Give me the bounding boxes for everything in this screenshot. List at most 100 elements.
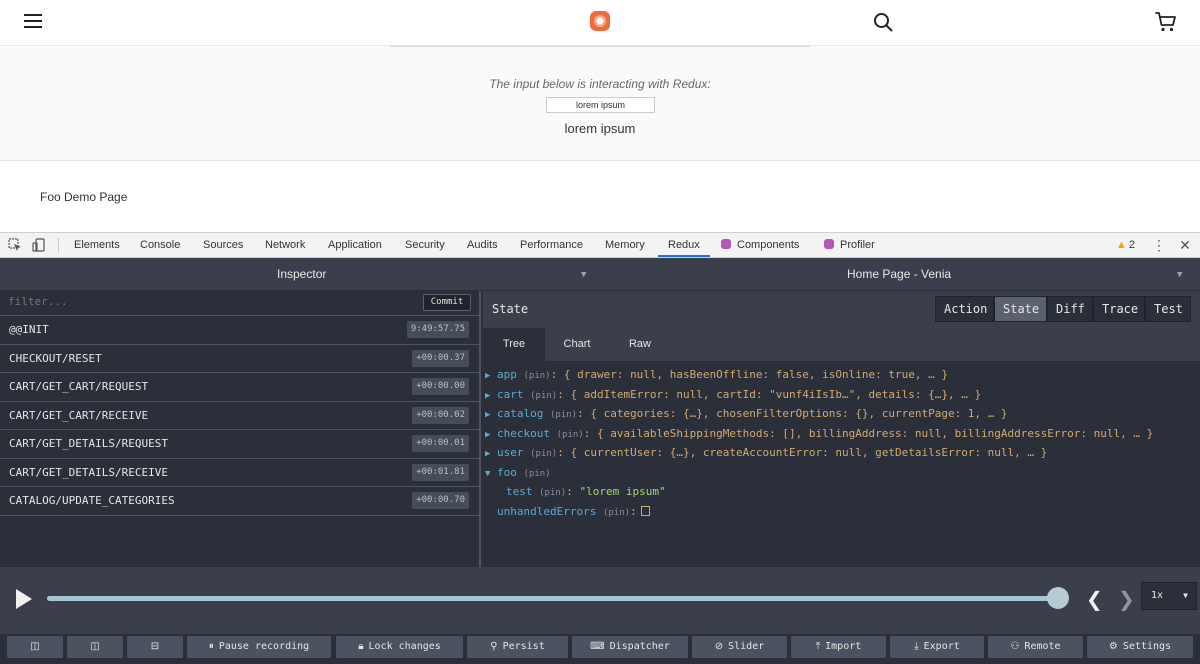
persist-button[interactable]: ⚲ Persist (467, 636, 568, 658)
tree-node[interactable]: ▶ user (pin): { currentUser: {…}, createA… (485, 444, 1047, 462)
expand-arrow-icon[interactable]: ▶ (485, 367, 497, 385)
pin-label[interactable]: (pin) (550, 410, 577, 420)
action-name: CART/GET_CART/REQUEST (9, 380, 149, 393)
close-devtools-icon[interactable]: ✕ (1178, 233, 1192, 257)
device-toolbar-icon[interactable] (32, 238, 46, 252)
mode-state-button[interactable]: State (994, 296, 1047, 322)
tab-profiler-label: Profiler (840, 239, 875, 251)
tab-redux[interactable]: Redux (658, 233, 710, 257)
pin-label[interactable]: (pin) (524, 469, 551, 479)
layout-right-button[interactable]: ◫ (67, 636, 123, 658)
cart-icon[interactable] (1155, 11, 1177, 33)
previous-action-icon[interactable]: ❮ (1086, 587, 1103, 611)
tab-profiler[interactable]: Profiler (824, 233, 875, 257)
lock-changes-button[interactable]: 🔒︎ Lock changes (336, 636, 463, 658)
warning-icon: ▲ (1116, 239, 1127, 251)
redux-demo-input[interactable] (546, 97, 655, 113)
tab-performance[interactable]: Performance (520, 233, 583, 257)
mode-diff-button[interactable]: Diff (1047, 296, 1093, 322)
pin-label[interactable]: (pin) (603, 508, 630, 518)
layout-bottom-button[interactable]: ⊟ (127, 636, 183, 658)
react-icon (824, 239, 834, 249)
tree-value: : { categories: {…}, chosenFilterOptions… (577, 407, 1008, 420)
slider-handle[interactable] (1047, 587, 1069, 609)
action-name: @@INIT (9, 323, 49, 336)
venia-logo-icon[interactable] (589, 10, 611, 32)
page-title: Foo Demo Page (40, 190, 128, 204)
remote-button[interactable]: ⚇ Remote (988, 636, 1083, 658)
inspector-selector[interactable]: Inspector (277, 258, 326, 291)
mode-trace-button[interactable]: Trace (1093, 296, 1145, 322)
tab-elements[interactable]: Elements (74, 233, 120, 257)
action-item[interactable]: CATALOG/UPDATE_CATEGORIES +00:00.70 (0, 487, 479, 516)
tree-key: app (497, 368, 517, 381)
inspector-caret-icon[interactable]: ▼ (581, 258, 586, 291)
action-item[interactable]: CART/GET_CART/RECEIVE +00:00.02 (0, 402, 479, 430)
tree-node[interactable]: ▶ app (pin): { drawer: null, hasBeenOffli… (485, 366, 948, 384)
tab-security[interactable]: Security (405, 233, 445, 257)
filter-input[interactable] (8, 295, 308, 308)
pin-label[interactable]: (pin) (524, 371, 551, 381)
tree-value: : { drawer: null, hasBeenOffline: false,… (550, 368, 948, 381)
next-action-icon[interactable]: ❯ (1118, 587, 1135, 611)
more-options-icon[interactable]: ⋮ (1152, 233, 1166, 257)
play-icon[interactable] (16, 589, 32, 609)
pin-label[interactable]: (pin) (557, 430, 584, 440)
export-button[interactable]: ⤓ Export (890, 636, 984, 658)
action-item[interactable]: CART/GET_CART/REQUEST +00:00.00 (0, 373, 479, 402)
search-icon[interactable] (873, 12, 893, 32)
tab-sources[interactable]: Sources (203, 233, 243, 257)
pause-recording-button[interactable]: ⏸ Pause recording (187, 636, 331, 658)
collapse-arrow-icon[interactable]: ▼ (485, 465, 497, 483)
tree-node[interactable]: ▶ checkout (pin): { availableShippingMeth… (485, 425, 1153, 443)
settings-label: Settings (1122, 641, 1172, 652)
tab-components[interactable]: Components (721, 233, 799, 257)
tree-node[interactable]: ▼ foo (pin) (485, 464, 551, 482)
tree-string-value: "lorem ipsum" (579, 485, 666, 498)
expand-arrow-icon[interactable]: ▶ (485, 387, 497, 405)
pin-label[interactable]: (pin) (530, 449, 557, 459)
dispatcher-button[interactable]: ⌨ Dispatcher (572, 636, 688, 658)
subtab-chart[interactable]: Chart (546, 328, 608, 361)
devtools-tab-bar: Elements Console Sources Network Applica… (0, 232, 1200, 258)
instance-selector[interactable]: Home Page - Venia (847, 258, 951, 291)
tree-value: : (630, 504, 637, 518)
tab-console[interactable]: Console (140, 233, 180, 257)
action-item[interactable]: CART/GET_DETAILS/RECEIVE +00:01.81 (0, 459, 479, 487)
inspect-element-icon[interactable] (8, 238, 22, 252)
subtab-raw[interactable]: Raw (609, 328, 671, 361)
tree-node[interactable]: test (pin): "lorem ipsum" (506, 483, 666, 501)
subtab-tree[interactable]: Tree (483, 328, 545, 361)
action-item[interactable]: @@INIT 9:49:57.75 (0, 316, 479, 345)
commit-button[interactable]: Commit (423, 294, 471, 311)
tab-memory[interactable]: Memory (605, 233, 645, 257)
expand-arrow-icon[interactable]: ▶ (485, 445, 497, 463)
pin-label[interactable]: (pin) (539, 488, 566, 498)
action-item[interactable]: CHECKOUT/RESET +00:00.37 (0, 345, 479, 373)
action-time: 9:49:57.75 (406, 321, 469, 338)
settings-button[interactable]: ⚙ Settings (1087, 636, 1193, 658)
tree-value: : { currentUser: {…}, createAccountError… (557, 446, 1048, 459)
warnings-indicator[interactable]: ▲ 2 (1116, 233, 1135, 257)
mode-test-button[interactable]: Test (1145, 296, 1191, 322)
hamburger-menu-icon[interactable] (24, 14, 42, 28)
expand-arrow-icon[interactable]: ▶ (485, 406, 497, 424)
expand-arrow-icon[interactable]: ▶ (485, 426, 497, 444)
tree-node[interactable]: ▶ catalog (pin): { categories: {…}, chose… (485, 405, 1008, 423)
slider-button[interactable]: ⊘ Slider (692, 636, 787, 658)
tree-node[interactable]: ▶ cart (pin): { addItemError: null, cartI… (485, 386, 981, 404)
slider-track[interactable] (47, 596, 1057, 601)
tree-node[interactable]: unhandledErrors (pin): (497, 503, 650, 521)
layout-left-button[interactable]: ◫ (7, 636, 63, 658)
action-name: CART/GET_CART/RECEIVE (9, 408, 149, 422)
tab-audits[interactable]: Audits (467, 233, 498, 257)
layout-left-icon: ◫ (30, 641, 40, 652)
tab-network[interactable]: Network (265, 233, 305, 257)
import-button[interactable]: ⤒ Import (791, 636, 886, 658)
instance-caret-icon[interactable]: ▼ (1177, 258, 1182, 291)
speed-select[interactable]: 1x ▼ (1141, 582, 1197, 610)
tab-application[interactable]: Application (328, 233, 382, 257)
action-item[interactable]: CART/GET_DETAILS/REQUEST +00:00.01 (0, 430, 479, 459)
mode-action-button[interactable]: Action (935, 296, 994, 322)
pin-label[interactable]: (pin) (530, 391, 557, 401)
